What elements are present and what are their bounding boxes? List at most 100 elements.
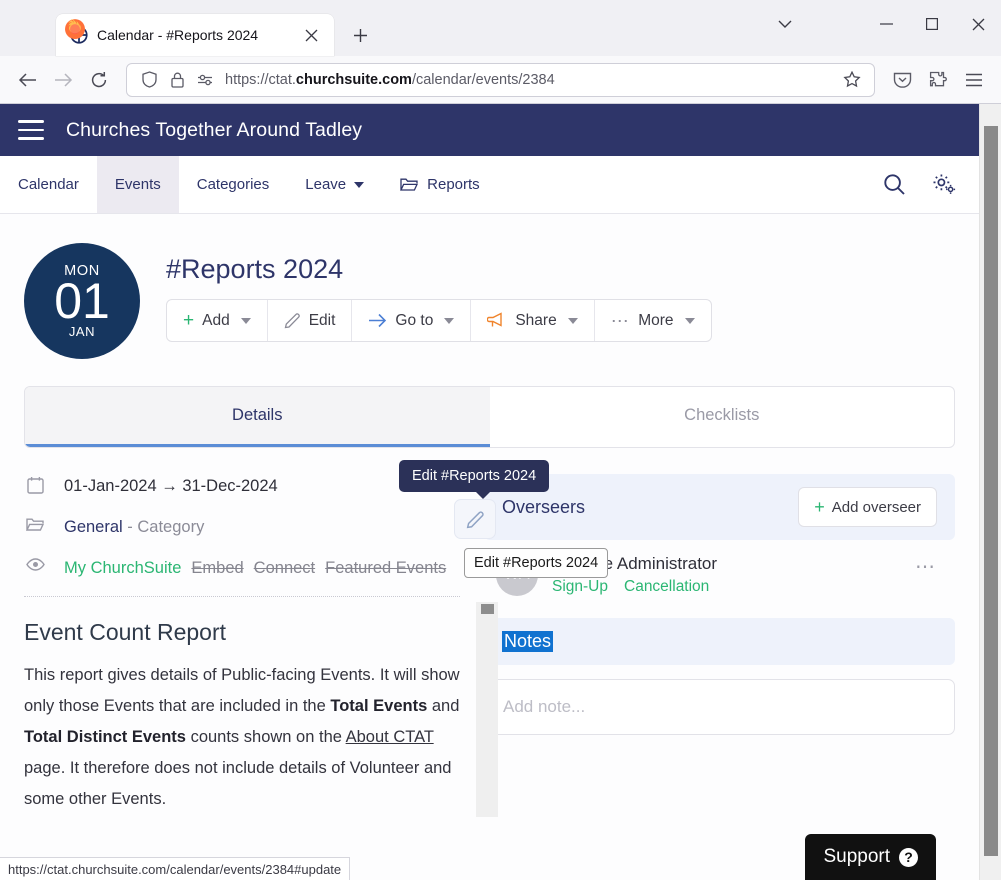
report-scrollbar-thumb[interactable] [481, 604, 494, 614]
address-bar-text: https://ctat.churchsuite.com/calendar/ev… [225, 71, 555, 88]
tab-close-icon[interactable] [298, 22, 324, 48]
arrow-right-icon [369, 313, 387, 328]
browser-tab[interactable]: Calendar - #Reports 2024 [56, 14, 334, 56]
more-button[interactable]: ⋯ More [595, 300, 711, 341]
add-button[interactable]: + Add [167, 300, 268, 341]
add-note-input[interactable]: Add note... [484, 679, 955, 735]
more-button-label: More [638, 311, 674, 329]
page-scrollbar[interactable] [979, 104, 1001, 880]
overseer-links: Sign-Up Cancellation [552, 578, 725, 596]
page-scrollbar-thumb[interactable] [984, 126, 998, 856]
add-button-label: Add [202, 311, 230, 329]
goto-button[interactable]: Go to [352, 300, 472, 341]
about-ctat-link[interactable]: About CTAT [346, 728, 434, 746]
tab-title: Calendar - #Reports 2024 [97, 27, 259, 43]
nav-item-reports[interactable]: Reports [382, 156, 498, 213]
detail-body: 01-Jan-2024 → 31-Dec-2024 General - Cate… [24, 460, 955, 817]
browser-toolbar: https://ctat.churchsuite.com/calendar/ev… [0, 56, 1001, 104]
edit-button[interactable]: Edit [268, 300, 353, 341]
side-column: Overseers + Add overseer WA Website Admi… [484, 474, 955, 815]
event-title-and-actions: #Reports 2024 + Add Edit Go to Share ⋯ M… [166, 240, 955, 342]
gears-settings-icon[interactable] [923, 164, 965, 206]
overseers-title: Overseers [502, 496, 586, 517]
extensions-puzzle-piece-icon[interactable] [921, 63, 955, 97]
forward-button[interactable] [46, 63, 80, 97]
visibility-active[interactable]: My ChurchSuite [64, 559, 181, 577]
report-title: Event Count Report [24, 619, 227, 646]
folder-icon [400, 178, 419, 191]
eye-icon [24, 556, 46, 571]
window-controls [863, 0, 1001, 48]
folder-icon [24, 515, 46, 532]
status-bar-url: https://ctat.churchsuite.com/calendar/ev… [0, 857, 351, 880]
maximize-button[interactable] [909, 1, 955, 47]
tab-details[interactable]: Details [25, 387, 490, 447]
main-content: MON 01 JAN #Reports 2024 + Add Edit Go t… [0, 214, 979, 817]
event-header: MON 01 JAN #Reports 2024 + Add Edit Go t… [24, 240, 955, 359]
nav-item-label: Reports [427, 176, 480, 193]
share-button[interactable]: Share [471, 300, 595, 341]
add-overseer-label: Add overseer [831, 498, 921, 516]
edit-tooltip-dark: Edit #Reports 2024 [399, 460, 550, 499]
browser-window: Calendar - #Reports 2024 https://ctat.ch… [0, 0, 1001, 880]
bookmark-star-icon[interactable] [838, 66, 866, 94]
pocket-icon[interactable] [885, 63, 919, 97]
add-overseer-button[interactable]: + Add overseer [798, 487, 937, 527]
site-menu-hamburger-icon[interactable] [18, 120, 44, 140]
back-button[interactable] [10, 63, 44, 97]
nav-item-label: Categories [196, 176, 270, 193]
nav-item-events[interactable]: Events [96, 156, 179, 213]
firefox-logo-icon [65, 19, 85, 40]
share-button-label: Share [515, 311, 557, 329]
report-part-3: counts shown on the [185, 728, 346, 747]
meta-row-category: General - Category [24, 515, 460, 540]
meta-row-date: 01-Jan-2024 → 31-Dec-2024 [24, 474, 460, 499]
category-link[interactable]: General [64, 518, 123, 536]
cancellation-link[interactable]: Cancellation [624, 578, 709, 595]
nav-item-calendar[interactable]: Calendar [0, 156, 97, 213]
browser-tabstrip-area: Calendar - #Reports 2024 [0, 0, 1001, 56]
chevron-down-icon [354, 181, 365, 188]
lock-icon[interactable] [163, 66, 191, 94]
goto-button-label: Go to [395, 311, 434, 329]
event-action-toolbar: + Add Edit Go to Share ⋯ More [166, 299, 712, 342]
search-icon[interactable] [873, 164, 915, 206]
permissions-icon[interactable] [191, 66, 219, 94]
report-section: Event Count Report This report gives det… [24, 619, 460, 815]
report-paragraph: This report gives details of Public-faci… [24, 660, 460, 815]
support-button[interactable]: Support ? [805, 834, 936, 880]
chevron-down-icon [444, 317, 455, 324]
shield-icon[interactable] [135, 66, 163, 94]
close-window-button[interactable] [955, 1, 1001, 47]
visibility-featured-events[interactable]: Featured Events [325, 559, 446, 577]
visibility-connect[interactable]: Connect [254, 559, 315, 577]
support-label: Support [823, 846, 890, 867]
new-tab-button[interactable] [344, 19, 376, 51]
nav-right-actions [873, 156, 979, 213]
app-menu-hamburger-icon[interactable] [957, 63, 991, 97]
overseer-menu-ellipsis-icon[interactable]: ⋯ [915, 554, 947, 579]
list-all-tabs-button[interactable] [769, 8, 801, 40]
question-mark-icon: ? [899, 847, 918, 867]
minimize-button[interactable] [863, 1, 909, 47]
address-bar[interactable]: https://ctat.churchsuite.com/calendar/ev… [126, 62, 875, 97]
visibility-embed[interactable]: Embed [191, 559, 243, 577]
notes-title: Notes [502, 631, 554, 652]
edit-button-label: Edit [308, 311, 336, 329]
reload-button[interactable] [82, 63, 116, 97]
nav-item-categories[interactable]: Categories [179, 156, 288, 213]
megaphone-icon [487, 312, 503, 327]
edit-report-button[interactable] [454, 499, 496, 539]
tab-checklists[interactable]: Checklists [490, 387, 955, 447]
event-date-badge: MON 01 JAN [24, 243, 140, 359]
category-suffix: - Category [127, 517, 205, 536]
report-bold-total-distinct-events: Total Distinct Events [24, 728, 186, 747]
report-scrollbar[interactable] [476, 602, 498, 817]
event-date-range: 01-Jan-2024 → 31-Dec-2024 [64, 477, 278, 495]
nav-item-leave[interactable]: Leave [287, 156, 382, 213]
site-nav: Calendar Events Categories Leave Reports [0, 156, 979, 214]
meta-row-visibility: My ChurchSuite Embed Connect Featured Event… [24, 556, 460, 581]
notes-panel-header: Notes [484, 618, 955, 665]
event-category: General - Category [64, 515, 204, 540]
signup-link[interactable]: Sign-Up [552, 578, 608, 595]
